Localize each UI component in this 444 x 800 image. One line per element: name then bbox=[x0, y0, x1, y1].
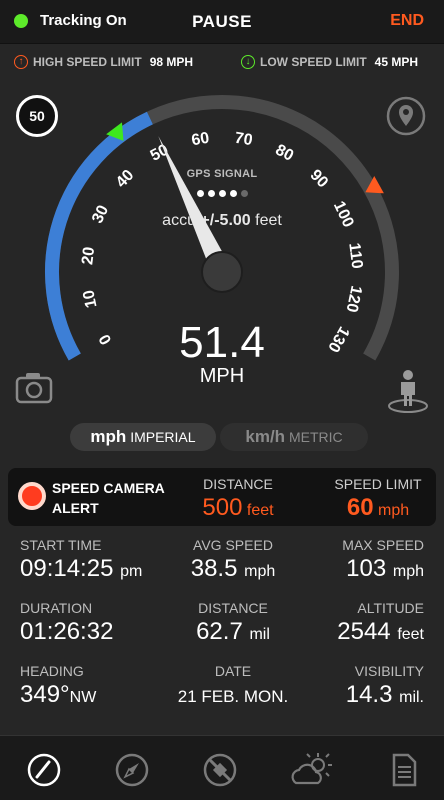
gauge-tick-label: 110 bbox=[345, 242, 365, 270]
arrow-up-icon: ↑ bbox=[14, 55, 28, 69]
stat-unit: pm bbox=[120, 563, 143, 580]
alert-limit-value: 60 bbox=[346, 494, 374, 521]
stat-start-time: START TIME 09:14:25 pm bbox=[20, 537, 142, 583]
stat-unit: mil. bbox=[399, 689, 424, 706]
speed-unit: MPH bbox=[199, 365, 245, 387]
stat-label: DURATION bbox=[20, 600, 93, 616]
document-icon[interactable] bbox=[384, 750, 424, 790]
speed-camera-alert[interactable]: SPEED CAMERA ALERT DISTANCE 500 feet SPE… bbox=[8, 468, 436, 526]
stat-label: DISTANCE bbox=[198, 600, 268, 616]
gauge-tick-label: 20 bbox=[79, 246, 98, 266]
speed-limit-badge[interactable]: 50 bbox=[16, 95, 58, 137]
stat-label: DATE bbox=[214, 663, 252, 679]
alert-distance-label: DISTANCE bbox=[203, 476, 273, 492]
tracking-status[interactable]: Tracking On bbox=[14, 12, 127, 29]
stat-value: 38.5 bbox=[190, 555, 238, 582]
stat-altitude: ALTITUDE 2544 feet bbox=[337, 600, 424, 646]
stat-duration: DURATION 01:26:32 bbox=[20, 600, 113, 646]
stat-value: 2544 bbox=[337, 618, 391, 645]
weather-icon[interactable] bbox=[288, 750, 336, 790]
map-pin-icon[interactable] bbox=[386, 96, 426, 136]
stat-label: AVG SPEED bbox=[193, 537, 273, 553]
stat-unit: NW bbox=[69, 689, 97, 706]
speedometer-icon[interactable] bbox=[24, 750, 64, 790]
gauge-tick-label: 70 bbox=[233, 130, 253, 150]
stat-value: 09:14:25 bbox=[20, 555, 114, 582]
tracking-label: Tracking On bbox=[40, 12, 127, 29]
high-limit-label: HIGH SPEED LIMIT bbox=[33, 55, 142, 69]
pause-button[interactable]: PAUSE bbox=[192, 12, 252, 31]
stat-label: HEADING bbox=[20, 663, 84, 679]
gps-dot bbox=[196, 190, 204, 197]
arrow-down-icon: ↓ bbox=[241, 55, 255, 69]
stat-visibility: VISIBILITY 14.3 mil. bbox=[346, 663, 424, 709]
accuracy-prefix: accu bbox=[162, 212, 196, 229]
top-bar: Tracking On PAUSE END bbox=[0, 0, 444, 44]
stat-value: 01:26:32 bbox=[20, 618, 114, 645]
stat-max-speed: MAX SPEED 103 mph bbox=[342, 537, 424, 583]
stat-avg-speed: AVG SPEED 38.5 mph bbox=[148, 537, 318, 583]
accuracy-value: +/-5.00 bbox=[200, 212, 251, 229]
stat-label: VISIBILITY bbox=[354, 663, 424, 679]
stat-value: 349° bbox=[20, 681, 70, 708]
current-speed: 51.4 bbox=[179, 318, 265, 367]
high-speed-limit[interactable]: ↑ HIGH SPEED LIMIT 98 MPH bbox=[14, 55, 193, 69]
imperial-toggle[interactable]: mph IMPERIAL bbox=[70, 423, 216, 451]
alert-speed-limit: SPEED LIMIT 60 mph bbox=[324, 476, 432, 522]
gauge-tick-label: 120 bbox=[343, 284, 365, 314]
tracking-indicator-icon bbox=[14, 13, 28, 28]
high-limit-value: 98 MPH bbox=[149, 55, 194, 69]
imperial-label: IMPERIAL bbox=[130, 429, 196, 445]
gps-dot bbox=[218, 190, 226, 197]
end-button[interactable]: END bbox=[390, 12, 424, 30]
alert-title: SPEED CAMERA ALERT bbox=[52, 480, 165, 516]
low-limit-value: 45 MPH bbox=[374, 55, 419, 69]
stat-value: 62.7 bbox=[196, 618, 243, 645]
alert-distance-unit: feet bbox=[246, 502, 274, 519]
satellite-icon[interactable] bbox=[200, 750, 240, 790]
gps-accuracy: accu +/-5.00 feet bbox=[0, 212, 444, 230]
stat-value: 21 FEB. MON. bbox=[177, 687, 289, 706]
gauge-needle-hub bbox=[201, 251, 243, 293]
stat-value: 14.3 bbox=[345, 681, 393, 708]
stat-heading: HEADING 349°NW bbox=[20, 663, 96, 709]
gps-dot bbox=[229, 190, 237, 197]
stat-label: START TIME bbox=[20, 537, 102, 553]
gps-signal-label: GPS SIGNAL bbox=[186, 168, 258, 180]
alert-limit-label: SPEED LIMIT bbox=[334, 476, 422, 492]
stat-unit: mph bbox=[244, 563, 276, 580]
stat-value: 103 bbox=[346, 555, 387, 582]
gps-dot bbox=[207, 190, 215, 197]
low-speed-limit[interactable]: ↓ LOW SPEED LIMIT 45 MPH bbox=[241, 55, 418, 69]
alert-distance-value: 500 bbox=[202, 494, 243, 521]
stat-unit: mph bbox=[392, 563, 424, 580]
imperial-short: mph bbox=[90, 427, 127, 446]
metric-toggle[interactable]: km/h METRIC bbox=[220, 423, 368, 451]
gps-signal-indicator bbox=[0, 184, 444, 202]
alert-indicator-icon bbox=[18, 482, 46, 510]
gps-dot bbox=[240, 190, 248, 197]
metric-short: km/h bbox=[245, 427, 286, 446]
stat-label: MAX SPEED bbox=[342, 537, 424, 553]
stat-unit: feet bbox=[397, 626, 424, 643]
stat-distance: DISTANCE 62.7 mil bbox=[148, 600, 318, 646]
alert-distance: DISTANCE 500 feet bbox=[182, 476, 294, 522]
metric-label: METRIC bbox=[288, 429, 343, 445]
gauge-tick-label: 10 bbox=[80, 288, 100, 309]
gauge-tick-label: 60 bbox=[190, 130, 210, 150]
accuracy-unit: feet bbox=[255, 212, 282, 229]
stat-date: DATE 21 FEB. MON. bbox=[148, 663, 318, 707]
unit-toggle: mph IMPERIAL km/h METRIC bbox=[70, 423, 370, 451]
bottom-nav bbox=[0, 735, 444, 800]
gauge-tick-label: 80 bbox=[273, 141, 297, 164]
low-limit-label: LOW SPEED LIMIT bbox=[260, 55, 367, 69]
compass-icon[interactable] bbox=[112, 750, 152, 790]
stat-label: ALTITUDE bbox=[357, 600, 424, 616]
alert-limit-unit: mph bbox=[378, 502, 410, 519]
gauge-tick-label: 50 bbox=[148, 141, 172, 164]
speed-limits-row: ↑ HIGH SPEED LIMIT 98 MPH ↓ LOW SPEED LI… bbox=[0, 55, 444, 77]
stat-unit: mil bbox=[249, 626, 270, 643]
